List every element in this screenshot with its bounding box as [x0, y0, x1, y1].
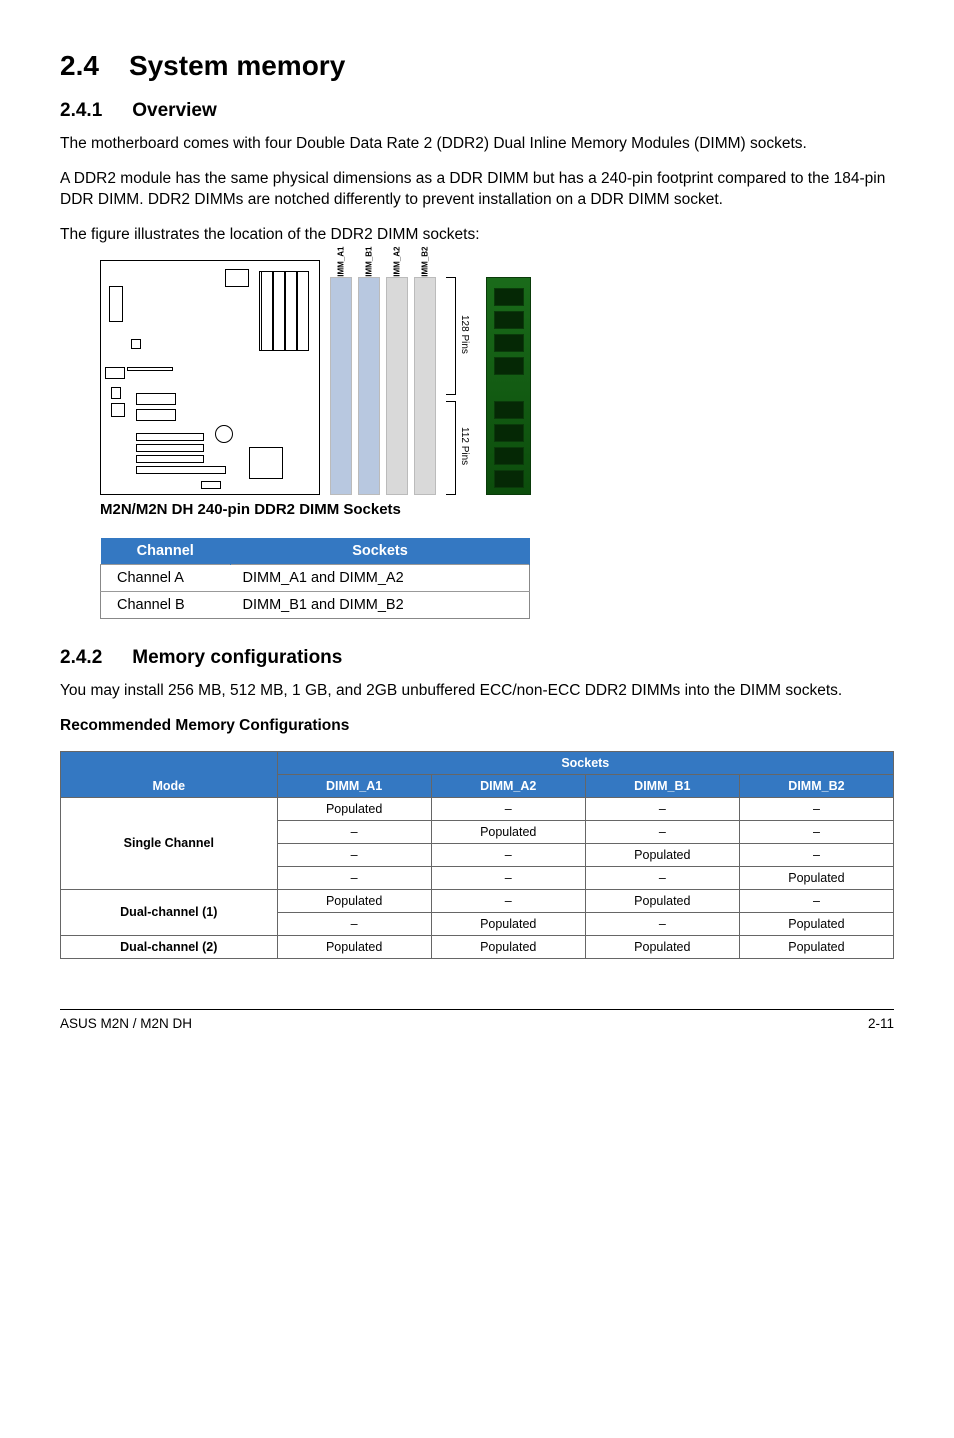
pin-brackets: 128 Pins 112 Pins	[446, 277, 476, 495]
table-cell: Populated	[585, 935, 739, 958]
memory-config-table: Mode Sockets DIMM_A1 DIMM_A2 DIMM_B1 DIM…	[60, 751, 894, 959]
table-header-sockets: Sockets	[277, 751, 893, 774]
table-cell: Populated	[277, 935, 431, 958]
table-cell: –	[739, 843, 893, 866]
table-header-col: DIMM_B2	[739, 774, 893, 797]
table-cell: Channel B	[101, 591, 231, 618]
table-cell: –	[431, 889, 585, 912]
section-title-text: System memory	[129, 50, 345, 81]
paragraph: The motherboard comes with four Double D…	[60, 134, 894, 155]
table-row: Dual-channel (2) Populated Populated Pop…	[61, 935, 894, 958]
table-row: Single Channel Populated – – –	[61, 797, 894, 820]
table-row: Channel A DIMM_A1 and DIMM_A2	[101, 564, 530, 591]
page-footer: ASUS M2N / M2N DH 2-11	[60, 1009, 894, 1031]
pin-label-bottom: 112 Pins	[459, 427, 470, 465]
diagram-caption: M2N/M2N DH 240-pin DDR2 DIMM Sockets	[100, 501, 894, 518]
table-row: Channel B DIMM_B1 and DIMM_B2	[101, 591, 530, 618]
section-heading: 2.4 System memory	[60, 50, 894, 82]
ram-module-illustration	[486, 277, 531, 495]
table-header: Sockets	[231, 538, 530, 565]
paragraph: The figure illustrates the location of t…	[60, 225, 894, 246]
table-cell: Populated	[585, 843, 739, 866]
mode-name: Dual-channel (1)	[61, 889, 278, 935]
motherboard-schematic	[100, 260, 320, 495]
table-cell: –	[739, 889, 893, 912]
config-subheading: Recommended Memory Configurations	[60, 716, 894, 737]
dimm-slot-b1: DIMM_B1	[358, 260, 380, 495]
table-header-col: DIMM_A2	[431, 774, 585, 797]
subsection-title-text: Memory configurations	[132, 647, 342, 668]
section-number: 2.4	[60, 50, 99, 81]
dimm-slots-group: DIMM_A1 DIMM_B1 DIMM_A2 DIMM_B2	[330, 260, 436, 495]
table-cell: –	[585, 866, 739, 889]
footer-right: 2-11	[868, 1016, 894, 1031]
table-cell: Channel A	[101, 564, 231, 591]
table-cell: –	[431, 866, 585, 889]
table-cell: Populated	[739, 912, 893, 935]
table-cell: –	[585, 797, 739, 820]
channel-socket-table: Channel Sockets Channel A DIMM_A1 and DI…	[100, 538, 530, 619]
paragraph: You may install 256 MB, 512 MB, 1 GB, an…	[60, 681, 894, 702]
table-cell: –	[585, 912, 739, 935]
table-cell: –	[585, 820, 739, 843]
table-cell: Populated	[277, 889, 431, 912]
subsection-number: 2.4.2	[60, 647, 102, 668]
dimm-slot-a1: DIMM_A1	[330, 260, 352, 495]
table-cell: DIMM_B1 and DIMM_B2	[231, 591, 530, 618]
subsection-overview-heading: 2.4.1 Overview	[60, 100, 894, 122]
table-cell: Populated	[431, 912, 585, 935]
table-cell: Populated	[585, 889, 739, 912]
table-cell: –	[277, 843, 431, 866]
table-cell: –	[431, 797, 585, 820]
footer-left: ASUS M2N / M2N DH	[60, 1016, 192, 1031]
paragraph: A DDR2 module has the same physical dime…	[60, 169, 894, 211]
table-cell: DIMM_A1 and DIMM_A2	[231, 564, 530, 591]
table-cell: –	[277, 866, 431, 889]
table-cell: Populated	[739, 866, 893, 889]
table-cell: –	[739, 820, 893, 843]
table-header-col: DIMM_B1	[585, 774, 739, 797]
table-cell: –	[277, 912, 431, 935]
mode-name: Dual-channel (2)	[61, 935, 278, 958]
table-cell: –	[431, 843, 585, 866]
mode-name: Single Channel	[61, 797, 278, 889]
table-cell: Populated	[739, 935, 893, 958]
table-row: Dual-channel (1) Populated – Populated –	[61, 889, 894, 912]
table-cell: –	[739, 797, 893, 820]
subsection-number: 2.4.1	[60, 100, 102, 121]
table-cell: Populated	[277, 797, 431, 820]
table-cell: –	[277, 820, 431, 843]
dimm-slot-a2: DIMM_A2	[386, 260, 408, 495]
dimm-slot-b2: DIMM_B2	[414, 260, 436, 495]
subsection-memory-config-heading: 2.4.2 Memory configurations	[60, 647, 894, 669]
table-cell: Populated	[431, 935, 585, 958]
subsection-title-text: Overview	[132, 100, 217, 121]
pin-label-top: 128 Pins	[459, 315, 470, 354]
table-header-mode: Mode	[61, 751, 278, 797]
table-header: Channel	[101, 538, 231, 565]
table-header-col: DIMM_A1	[277, 774, 431, 797]
dimm-diagram: DIMM_A1 DIMM_B1 DIMM_A2 DIMM_B2 128 Pins…	[100, 260, 894, 495]
table-cell: Populated	[431, 820, 585, 843]
